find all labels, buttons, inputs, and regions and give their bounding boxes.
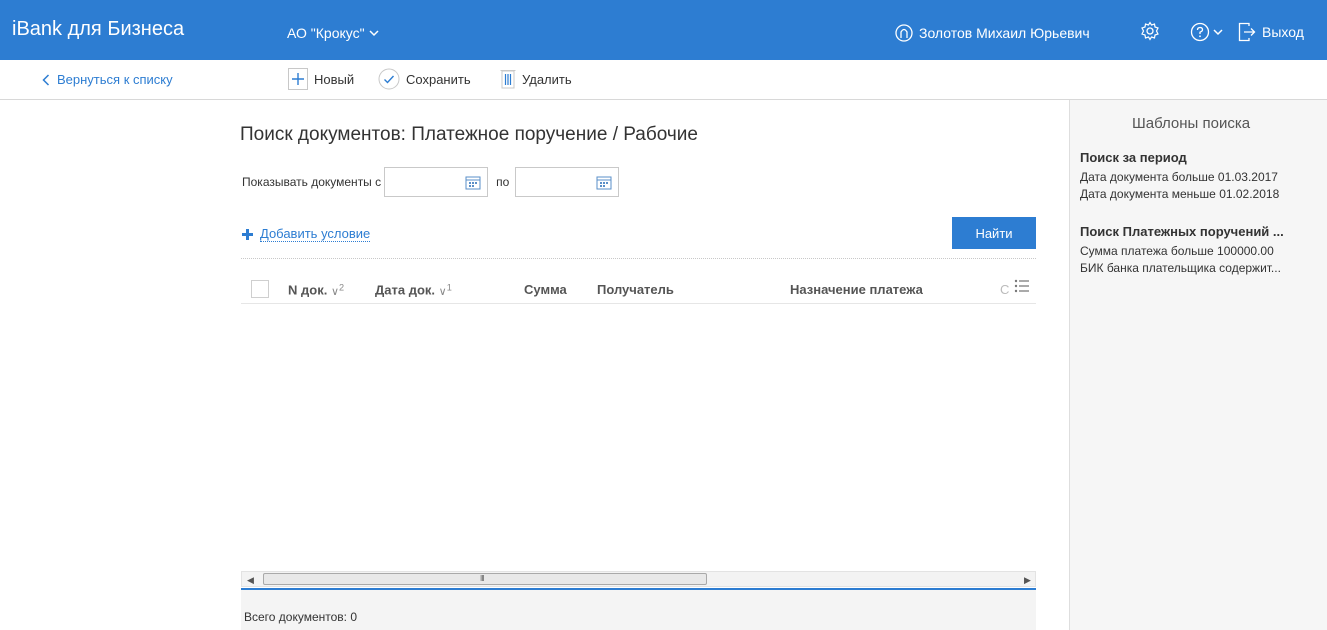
- template-condition: Дата документа больше 01.03.2017: [1080, 170, 1278, 184]
- sort-order-index: 1: [446, 282, 452, 292]
- sort-order-icon: ∨2: [330, 282, 345, 298]
- date-from-field[interactable]: [384, 167, 489, 197]
- scrollbar-thumb[interactable]: III: [263, 573, 707, 585]
- action-toolbar: Вернуться к списку Новый Сохранить Удали…: [0, 60, 1327, 100]
- user-name: Золотов Михаил Юрьевич: [919, 25, 1090, 41]
- column-recipient[interactable]: Получатель: [597, 282, 674, 297]
- date-to-label: по: [496, 175, 510, 189]
- gear-icon: [1141, 21, 1159, 41]
- organization-selector[interactable]: АО "Крокус": [287, 25, 379, 41]
- chevron-down-icon: [369, 30, 379, 37]
- delete-button[interactable]: Удалить: [500, 68, 572, 90]
- sort-order-index: 2: [339, 282, 345, 292]
- new-label: Новый: [314, 71, 355, 87]
- column-payment-purpose[interactable]: Назначение платежа: [790, 282, 923, 297]
- help-menu[interactable]: [1190, 22, 1223, 42]
- column-label: Дата док.: [375, 282, 436, 298]
- horizontal-scrollbar[interactable]: ◀ III ▶: [241, 571, 1036, 587]
- scrollbar-grip: III: [480, 574, 485, 583]
- table-header: N док. ∨2 Дата док. ∨1 Сумма Получатель …: [241, 270, 1036, 304]
- plus-icon: [242, 228, 253, 240]
- column-amount[interactable]: Сумма: [524, 282, 567, 297]
- column-doc-number[interactable]: N док. ∨2: [288, 282, 344, 298]
- date-to-field[interactable]: [515, 167, 620, 197]
- user-icon: [895, 24, 913, 42]
- select-all-checkbox[interactable]: [251, 280, 269, 298]
- template-condition: Дата документа меньше 01.02.2018: [1080, 187, 1280, 201]
- date-range-filter: Показывать документы с по: [242, 167, 620, 197]
- plus-icon: [288, 68, 308, 90]
- template-condition: Сумма платежа больше 100000.00: [1080, 244, 1274, 258]
- template-name[interactable]: Поиск Платежных поручений ...: [1080, 224, 1326, 239]
- template-condition: БИК банка плательщика содержит...: [1080, 261, 1281, 275]
- divider: [241, 258, 1036, 259]
- search-template-period[interactable]: Поиск за период Дата документа больше 01…: [1080, 150, 1326, 203]
- settings-button[interactable]: [1140, 21, 1160, 46]
- save-label: Сохранить: [406, 71, 471, 87]
- check-circle-icon: [378, 68, 400, 90]
- column-truncated[interactable]: С: [1000, 282, 1009, 297]
- calendar-icon[interactable]: [596, 175, 612, 190]
- page-title: Поиск документов: Платежное поручение / …: [240, 124, 698, 145]
- date-from-label: Показывать документы с: [242, 175, 382, 189]
- search-templates-panel: Шаблоны поиска Поиск за период Дата доку…: [1069, 100, 1327, 630]
- delete-label: Удалить: [522, 71, 572, 87]
- chevron-left-icon: [42, 73, 50, 86]
- panel-title: Шаблоны поиска: [1132, 115, 1251, 132]
- total-documents: Всего документов: 0: [244, 610, 358, 624]
- add-condition-label: Добавить условие: [260, 226, 371, 242]
- logout-label: Выход: [1262, 24, 1304, 40]
- back-to-list-link[interactable]: Вернуться к списку: [42, 72, 173, 87]
- add-condition-link[interactable]: Добавить условие: [241, 226, 371, 242]
- scroll-right-arrow[interactable]: ▶: [1024, 575, 1031, 586]
- column-doc-date[interactable]: Дата док. ∨1: [375, 282, 452, 298]
- table-footer: Всего документов: 0: [241, 588, 1036, 630]
- column-settings-icon[interactable]: [1014, 279, 1030, 293]
- scroll-left-arrow[interactable]: ◀: [247, 575, 254, 586]
- top-bar: iBank для Бизнеса АО "Крокус" Золотов Ми…: [0, 0, 1327, 60]
- sort-order-icon: ∨1: [438, 282, 452, 298]
- help-icon: [1190, 22, 1210, 42]
- template-name[interactable]: Поиск за период: [1080, 150, 1326, 165]
- find-button[interactable]: Найти: [952, 217, 1036, 249]
- organization-name: АО "Крокус": [287, 25, 365, 41]
- back-label: Вернуться к списку: [57, 72, 173, 87]
- brand-logo[interactable]: iBank для Бизнеса: [12, 18, 184, 41]
- search-template-payments[interactable]: Поиск Платежных поручений ... Сумма плат…: [1080, 224, 1326, 277]
- trash-icon: [500, 70, 516, 89]
- save-button[interactable]: Сохранить: [378, 68, 471, 90]
- chevron-down-icon: [1213, 29, 1223, 36]
- column-label: N док.: [288, 282, 328, 298]
- logout-button[interactable]: Выход: [1238, 22, 1304, 42]
- user-menu[interactable]: Золотов Михаил Юрьевич: [895, 24, 1090, 42]
- logout-icon: [1238, 22, 1256, 42]
- new-button[interactable]: Новый: [288, 68, 354, 90]
- calendar-icon[interactable]: [465, 175, 481, 190]
